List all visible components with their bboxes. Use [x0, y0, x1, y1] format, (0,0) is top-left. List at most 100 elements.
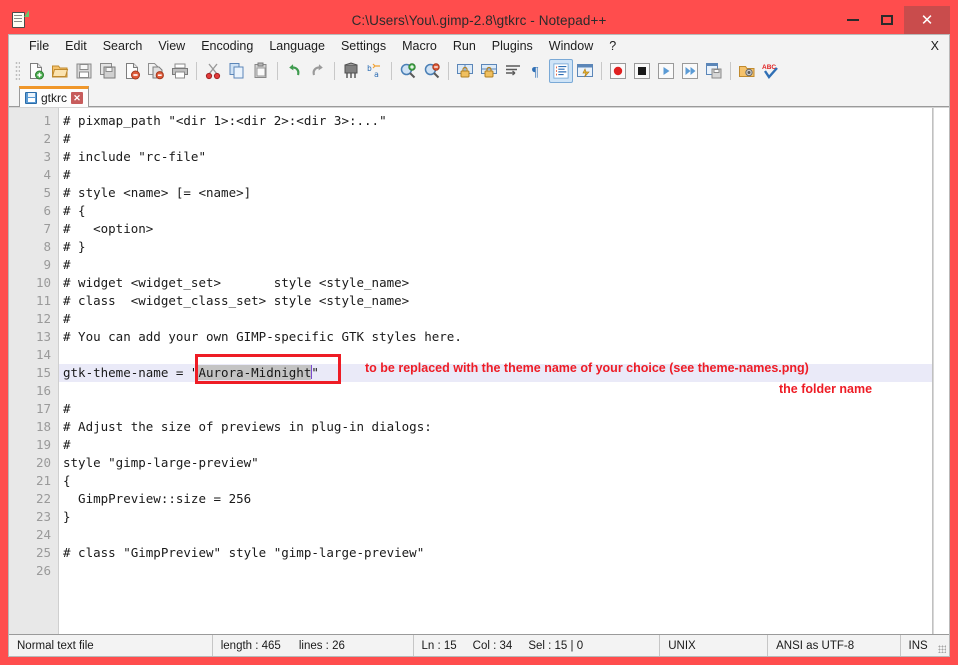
window-controls: ✕ [836, 6, 950, 34]
line-number: 19 [35, 437, 51, 452]
resize-grip[interactable] [938, 635, 949, 656]
save-all-icon[interactable] [96, 59, 120, 83]
toolbar-grip[interactable] [15, 61, 20, 81]
undo-icon[interactable] [282, 59, 306, 83]
annotation-line-2: the folder name [779, 382, 873, 396]
close-button[interactable]: ✕ [904, 6, 950, 34]
menu-item-help[interactable]: ? [601, 37, 624, 55]
code-line-prefix: gtk-theme-name = " [63, 365, 199, 380]
line-number: 25 [35, 545, 51, 560]
code-line: # [63, 257, 71, 272]
menu-item-edit[interactable]: Edit [57, 37, 95, 55]
line-number: 12 [35, 311, 51, 326]
code-line: # <option> [63, 221, 154, 236]
minimize-button[interactable] [836, 6, 870, 34]
selected-theme-name[interactable]: Aurora-Midnight [198, 365, 312, 380]
record-macro-icon[interactable] [606, 59, 630, 83]
find-icon[interactable] [339, 59, 363, 83]
editor-area: 1 2 3 4 5 6 7 8 9 10 11 12 13 14 15 16 1 [9, 107, 949, 634]
line-number: 3 [43, 149, 51, 164]
line-number: 21 [35, 473, 51, 488]
status-eol-format: UNIX [660, 635, 769, 656]
line-number: 16 [35, 383, 51, 398]
close-document-button[interactable]: X [931, 39, 939, 53]
zoom-out-icon[interactable] [420, 59, 444, 83]
notepadpp-window: C:\Users\You\.gimp-2.8\gtkrc - Notepad++… [0, 0, 958, 665]
line-number: 8 [43, 239, 51, 254]
word-wrap-icon[interactable] [501, 59, 525, 83]
line-number: 14 [35, 347, 51, 362]
code-line: GimpPreview::size = 256 [63, 491, 252, 506]
tab-label: gtkrc [41, 91, 68, 105]
client-area: File Edit Search View Encoding Language … [8, 34, 950, 657]
menu-item-view[interactable]: View [150, 37, 193, 55]
line-number: 7 [43, 221, 51, 236]
stop-recording-icon[interactable] [630, 59, 654, 83]
menu-item-window[interactable]: Window [541, 37, 601, 55]
notepadpp-app-icon [10, 10, 29, 29]
status-lines: lines : 26 [298, 639, 345, 652]
run-icon[interactable] [735, 59, 759, 83]
code-line: # } [63, 239, 86, 254]
menu-bar: File Edit Search View Encoding Language … [9, 35, 949, 57]
cut-icon[interactable] [201, 59, 225, 83]
new-file-icon[interactable] [24, 59, 48, 83]
close-all-files-icon[interactable] [144, 59, 168, 83]
status-insert-mode: INS [908, 639, 928, 652]
save-macro-icon[interactable] [702, 59, 726, 83]
line-number: 5 [43, 185, 51, 200]
sync-horizontal-scroll-icon[interactable] [477, 59, 501, 83]
vertical-scrollbar[interactable] [933, 108, 949, 634]
text-editor[interactable]: 1 2 3 4 5 6 7 8 9 10 11 12 13 14 15 16 1 [9, 108, 933, 634]
line-number: 9 [43, 257, 51, 272]
status-file-type: Normal text file [9, 635, 213, 656]
menu-item-macro[interactable]: Macro [394, 37, 445, 55]
paste-icon[interactable] [249, 59, 273, 83]
code-line: style "gimp-large-preview" [63, 455, 259, 470]
status-sel: Sel : 15 | 0 [528, 639, 584, 652]
code-line: # [63, 167, 71, 182]
tab-gtkrc[interactable]: gtkrc ✕ [19, 86, 90, 107]
status-ln: Ln : 15 [421, 639, 457, 652]
play-macro-icon[interactable] [654, 59, 678, 83]
user-defined-dialog-icon[interactable] [573, 59, 597, 83]
menu-item-settings[interactable]: Settings [333, 37, 394, 55]
redo-icon[interactable] [306, 59, 330, 83]
open-file-icon[interactable] [48, 59, 72, 83]
line-number: 1 [43, 113, 51, 128]
saved-file-icon [25, 92, 37, 104]
svg-text:b: b [367, 64, 372, 73]
status-length: length : 465 [220, 639, 281, 652]
status-caret-position: Ln : 15 Col : 34 Sel : 15 | 0 [414, 635, 661, 656]
replace-icon[interactable]: b a [363, 59, 387, 83]
menu-item-language[interactable]: Language [261, 37, 333, 55]
menu-item-search[interactable]: Search [95, 37, 151, 55]
copy-icon[interactable] [225, 59, 249, 83]
menu-item-run[interactable]: Run [445, 37, 484, 55]
show-all-characters-icon[interactable]: ¶ [525, 59, 549, 83]
indent-guide-icon[interactable] [549, 59, 573, 83]
menu-item-encoding[interactable]: Encoding [193, 37, 261, 55]
close-file-icon[interactable] [120, 59, 144, 83]
maximize-button[interactable] [870, 6, 904, 34]
spell-check-icon[interactable]: ABC [759, 59, 783, 83]
print-icon[interactable] [168, 59, 192, 83]
zoom-in-icon[interactable] [396, 59, 420, 83]
code-line: # [63, 311, 71, 326]
toolbar: b a ¶ ABC [9, 57, 949, 85]
code-line-suffix: " [311, 365, 319, 380]
menu-item-plugins[interactable]: Plugins [484, 37, 541, 55]
code-line: # [63, 437, 71, 452]
tab-close-icon[interactable]: ✕ [71, 92, 84, 104]
sync-vertical-scroll-icon[interactable] [453, 59, 477, 83]
run-macro-multiple-icon[interactable] [678, 59, 702, 83]
code-line: # You can add your own GIMP-specific GTK… [63, 329, 462, 344]
svg-text:¶: ¶ [532, 65, 539, 80]
menu-item-file[interactable]: File [21, 37, 57, 55]
line-number: 11 [35, 293, 51, 308]
line-number: 15 [35, 365, 51, 380]
save-icon[interactable] [72, 59, 96, 83]
code-line: # class <widget_class_set> style <style_… [63, 293, 410, 308]
